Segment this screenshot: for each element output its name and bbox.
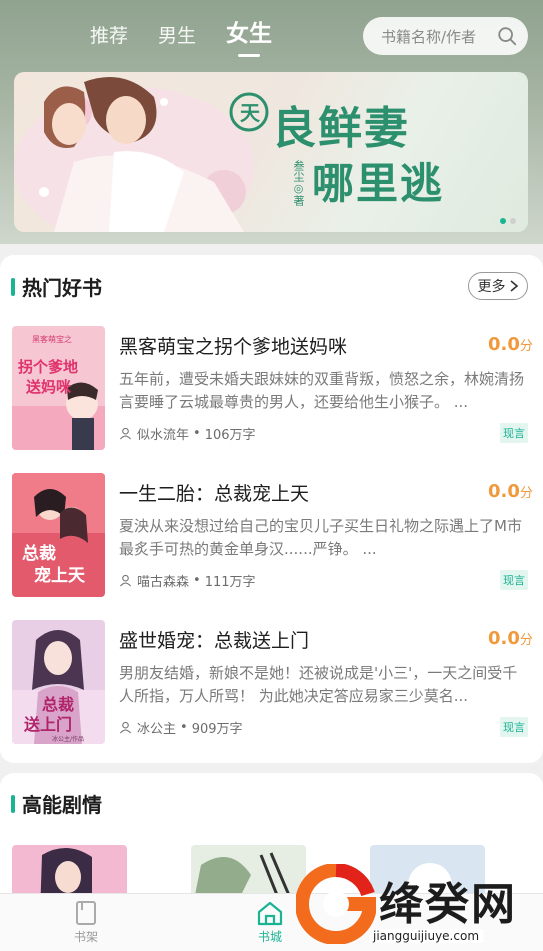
cover-subtitle: 冰公主/作品	[52, 735, 84, 743]
book-score: 0.0分	[488, 628, 533, 649]
section-title: 高能剧情	[22, 793, 102, 817]
book-title[interactable]: 盛世婚宠：总裁送上门	[119, 626, 309, 653]
carousel-dot-active	[500, 218, 506, 224]
book-item[interactable]: 总裁 送上门 冰公主/作品 盛世婚宠：总裁送上门 0.0分 男朋友结婚，新娘不是…	[0, 620, 543, 744]
book-meta: 冰公主 • 909万字	[119, 718, 243, 737]
book-meta: 喵古森森 • 111万字	[119, 571, 256, 590]
book-description: 五年前，遭受未婚夫跟妹妹的双重背叛，愤怒之余，林婉清扬言要睡了云城最尊贵的男人，…	[119, 370, 524, 411]
book-cover[interactable]: 黑客萌宝之 拐个爹地 送妈咪	[12, 326, 105, 450]
more-button[interactable]: 更多	[468, 272, 528, 300]
bookshelf-icon	[76, 901, 96, 925]
book-word-count: 909万字	[191, 722, 243, 737]
user-icon	[119, 427, 132, 440]
svg-text:拐个爹地: 拐个爹地	[18, 358, 78, 376]
banner-title-line2: 哪里逃	[312, 159, 445, 208]
carousel-dot	[510, 218, 516, 224]
book-author: 喵古森森	[137, 575, 190, 590]
home-icon	[257, 901, 283, 926]
svg-text:总裁: 总裁	[42, 695, 74, 714]
genre-tag: 现言	[500, 423, 528, 443]
book-cover[interactable]: 总裁 送上门 冰公主/作品	[12, 620, 105, 744]
book-description: 男朋友结婚，新娘不是她！还被说成是'小三'，一天之间受千人所指，万人所骂！ 为此…	[119, 664, 518, 705]
section-title: 热门好书	[22, 276, 102, 300]
book-word-count: 111万字	[204, 575, 256, 590]
svg-text:总裁: 总裁	[22, 543, 56, 564]
search-placeholder: 书籍名称/作者	[381, 27, 477, 46]
hot-books-section: 热门好书 更多 黑客萌宝之 拐个爹地 送妈咪 黑客萌宝之拐个爹地送妈咪 0.0分…	[0, 255, 543, 763]
site-watermark: 绛癸网 jiangguijiuye.com	[296, 862, 543, 951]
svg-text:送上门: 送上门	[23, 715, 72, 734]
nav-bookshelf[interactable]: 书架	[56, 900, 116, 945]
user-icon	[119, 721, 132, 734]
nav-bookstore[interactable]: 书城	[240, 900, 300, 945]
genre-tag: 现言	[500, 717, 528, 737]
tab-male[interactable]: 男生	[158, 21, 196, 48]
search-box[interactable]: 书籍名称/作者	[363, 17, 528, 55]
chevron-right-icon	[509, 280, 518, 292]
banner-title-line1: 良鲜妻	[272, 103, 410, 154]
book-item[interactable]: 总裁 宠上天 一生二胎：总裁宠上天 0.0分 夏泱从来没想过给自己的宝贝儿子买生…	[0, 473, 543, 597]
tab-female[interactable]: 女生	[226, 14, 272, 57]
hero-header: 推荐 男生 女生 书籍名称/作者 天 良鲜妻 叁尘◎著 哪里逃	[0, 0, 543, 244]
book-cover[interactable]: 总裁 宠上天	[12, 473, 105, 597]
nav-label: 书架	[73, 930, 98, 944]
book-title[interactable]: 黑客萌宝之拐个爹地送妈咪	[119, 332, 347, 359]
watermark-text: 绛癸网	[379, 879, 517, 930]
book-description: 夏泱从来没想过给自己的宝贝儿子买生日礼物之际遇上了M市最炙手可热的黄金单身汉..…	[119, 517, 522, 558]
carousel-indicator	[496, 218, 516, 224]
svg-text:宠上天: 宠上天	[34, 565, 86, 586]
book-score: 0.0分	[488, 334, 533, 355]
book-item[interactable]: 黑客萌宝之 拐个爹地 送妈咪 黑客萌宝之拐个爹地送妈咪 0.0分 五年前，遭受未…	[0, 326, 543, 450]
search-icon[interactable]	[496, 25, 518, 47]
book-meta: 似水流年 • 106万字	[119, 424, 256, 443]
svg-text:送妈咪: 送妈咪	[25, 378, 72, 396]
book-author: 冰公主	[137, 722, 177, 737]
book-word-count: 106万字	[204, 428, 256, 443]
section-accent-bar	[11, 795, 15, 813]
promo-banner[interactable]: 天 良鲜妻 叁尘◎著 哪里逃	[14, 72, 528, 232]
section-accent-bar	[11, 278, 15, 296]
genre-tag: 现言	[500, 570, 528, 590]
category-tabs: 推荐 男生 女生	[90, 14, 302, 57]
user-icon	[119, 574, 132, 587]
banner-author: 叁尘◎著	[292, 160, 305, 206]
svg-text:天: 天	[240, 101, 261, 125]
watermark-logo-icon	[296, 864, 376, 944]
book-author: 似水流年	[137, 428, 190, 443]
book-score: 0.0分	[488, 481, 533, 502]
tab-recommend[interactable]: 推荐	[90, 21, 128, 48]
banner-illustration: 天	[14, 77, 269, 232]
nav-label: 书城	[257, 930, 282, 944]
cover-subtitle: 黑客萌宝之	[32, 334, 72, 344]
more-label: 更多	[477, 279, 506, 295]
watermark-url: jiangguijiuye.com	[369, 929, 484, 943]
book-title[interactable]: 一生二胎：总裁宠上天	[119, 479, 309, 506]
